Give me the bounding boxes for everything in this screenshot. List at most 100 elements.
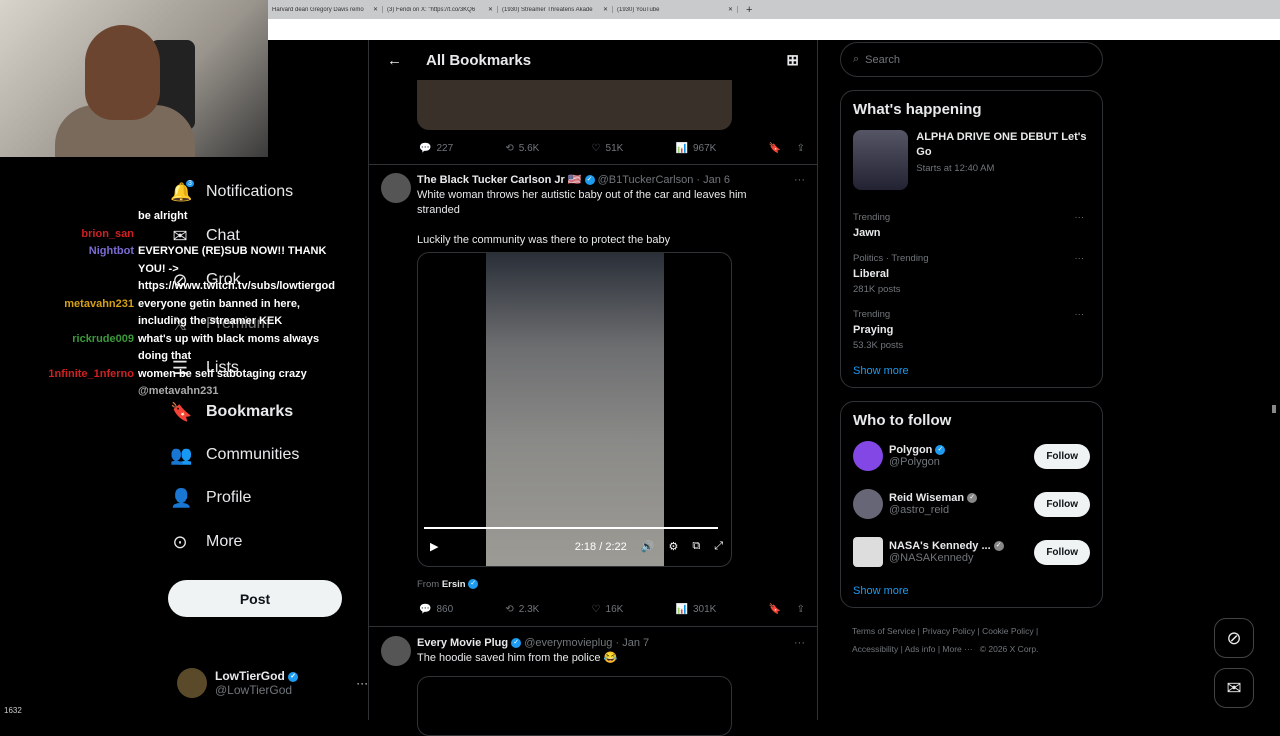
repost-button[interactable]: ⟲ 5.6K xyxy=(505,143,539,154)
chat-message: @metavahn231 xyxy=(138,385,219,397)
browser-tab[interactable]: (1930) YouTube ✕ xyxy=(613,6,738,13)
like-button[interactable]: ♡ 16K xyxy=(592,604,624,615)
bookmark-icon[interactable]: 🔖 xyxy=(769,604,781,615)
close-tab-icon[interactable]: ✕ xyxy=(488,6,493,13)
browser-tab[interactable]: (1930) Streamer Threatens Akade ✕ xyxy=(498,6,613,13)
nav-communities[interactable]: 👥 Communities xyxy=(170,440,299,470)
pip-icon[interactable]: ⧉ xyxy=(692,540,700,553)
video-player[interactable]: ▶ 2:18 / 2:22 🔊 ⚙ ⧉ ⤢ xyxy=(417,252,732,567)
event-image xyxy=(853,130,909,190)
scrollbar[interactable] xyxy=(1272,405,1276,413)
avatar xyxy=(381,636,411,666)
people-icon: 👥 xyxy=(170,444,193,465)
verified-icon: ✓ xyxy=(511,638,522,649)
close-tab-icon[interactable]: ✕ xyxy=(728,6,733,13)
footer-links: Terms of Service | Privacy Policy | Cook… xyxy=(852,626,1039,654)
messages-button[interactable]: ✉ xyxy=(1214,668,1254,708)
bookmark-icon: 🔖 xyxy=(170,401,193,422)
person-icon: 👤 xyxy=(170,487,193,508)
avatar xyxy=(853,537,883,567)
show-more-link[interactable]: Show more xyxy=(853,365,1090,377)
trend-item[interactable]: Politics · Trending Liberal 281K posts ··· xyxy=(853,253,1090,295)
bookmarks-timeline: ← All Bookmarks ⊞ 💬 227 ⟲ 5.6K ♡ 51K 📊 967K 🔖 … xyxy=(368,40,819,736)
media-image[interactable] xyxy=(417,80,732,130)
video-frame xyxy=(486,253,664,566)
avatar xyxy=(853,489,883,519)
address-bar[interactable] xyxy=(268,19,1280,40)
follow-button[interactable]: Follow xyxy=(1034,443,1090,469)
trend-item[interactable]: Trending Jawn ··· xyxy=(853,212,1090,239)
who-to-follow-panel: Who to follow Polygon ✓ @Polygon Follow Re… xyxy=(840,401,1103,608)
stream-chat-overlay: be alright brion_san Nightbot EVERYONE (R… xyxy=(0,208,360,401)
search-icon: ⌕ xyxy=(853,53,860,65)
repost-button[interactable]: ⟲ 2.3K xyxy=(505,604,539,615)
tweet[interactable]: Every Movie Plug ✓ @everymovieplug · Jan… xyxy=(369,636,819,736)
grok-icon: ⊘ xyxy=(1226,627,1242,648)
chat-message: rickrude009 what's up with black moms alw… xyxy=(72,332,320,363)
more-icon[interactable]: ··· xyxy=(794,636,805,651)
bookmark-folder-icon[interactable]: ⊞ xyxy=(786,51,799,69)
bookmark-icon[interactable]: 🔖 xyxy=(769,143,781,154)
avatar xyxy=(853,441,883,471)
trend-item[interactable]: Trending Praying 53.3K posts ··· xyxy=(853,309,1090,351)
share-icon[interactable]: ⇪ xyxy=(797,604,805,615)
avatar xyxy=(177,668,207,698)
event-item[interactable]: ALPHA DRIVE ONE DEBUT Let's Go Starts at … xyxy=(853,130,1090,190)
nav-more[interactable]: ⊙ More xyxy=(170,527,242,557)
chat-message: metavahn231 everyone getin banned in here… xyxy=(64,297,300,328)
show-more-link[interactable]: Show more xyxy=(853,585,1090,597)
reply-button[interactable]: 💬 860 xyxy=(419,604,453,615)
more-icon[interactable]: ··· xyxy=(1075,253,1085,264)
follow-button[interactable]: Follow xyxy=(1034,539,1090,565)
back-arrow-icon[interactable]: ← xyxy=(387,52,402,69)
views-button[interactable]: 📊 301K xyxy=(676,604,717,615)
more-icon[interactable]: ··· xyxy=(794,173,805,188)
tweet-actions: 💬 227 ⟲ 5.6K ♡ 51K 📊 967K 🔖 ⇪ xyxy=(369,140,819,156)
right-sidebar: ⌕ Search What's happening ALPHA DRIVE ONE… xyxy=(840,40,1103,672)
more-icon[interactable]: ··· xyxy=(1075,212,1085,223)
nav-bookmarks[interactable]: 🔖 Bookmarks xyxy=(170,397,293,427)
avatar xyxy=(381,173,411,203)
chat-message: be alright xyxy=(138,210,188,222)
fullscreen-icon[interactable]: ⤢ xyxy=(714,540,723,553)
follow-suggestion[interactable]: Polygon ✓ @Polygon Follow xyxy=(853,441,1090,471)
browser-tab-bar: Harvard dean Gregory Davis remo ✕ (3) Fen… xyxy=(268,0,1280,19)
share-icon[interactable]: ⇪ xyxy=(797,143,805,154)
follow-button[interactable]: Follow xyxy=(1034,491,1090,517)
tweet-actions: 💬 860 ⟲ 2.3K ♡ 16K 📊 301K 🔖 ⇪ xyxy=(369,601,819,617)
more-icon[interactable]: ··· xyxy=(356,676,368,690)
views-button[interactable]: 📊 967K xyxy=(676,143,717,154)
source-link[interactable]: Ersin xyxy=(442,579,466,590)
close-tab-icon[interactable]: ✕ xyxy=(603,6,608,13)
media-image[interactable] xyxy=(417,676,732,736)
account-switcher[interactable]: LowTierGod ✓ @LowTierGod ··· xyxy=(177,668,368,698)
grok-button[interactable]: ⊘ xyxy=(1214,618,1254,658)
more-icon[interactable]: ··· xyxy=(1075,309,1085,320)
chat-message: brion_san xyxy=(81,227,134,240)
volume-icon[interactable]: 🔊 xyxy=(641,540,655,553)
more-circle-icon: ⊙ xyxy=(172,531,188,552)
verified-icon: ✓ xyxy=(584,175,595,186)
webcam-overlay xyxy=(0,0,268,157)
browser-tab[interactable]: (3) Fendi on X: "https://t.co/3KQ6 ✕ xyxy=(383,6,498,13)
settings-icon[interactable]: ⚙ xyxy=(668,540,678,553)
like-button[interactable]: ♡ 51K xyxy=(592,143,624,154)
browser-tab[interactable]: Harvard dean Gregory Davis remo ✕ xyxy=(268,6,383,13)
chat-message: Nightbot EVERYONE (RE)SUB NOW!! THANK YOU… xyxy=(88,245,335,292)
play-icon[interactable]: ▶ xyxy=(430,540,438,553)
nav-profile[interactable]: 👤 Profile xyxy=(170,483,251,513)
follow-suggestion[interactable]: NASA's Kennedy ... ✓ @NASAKennedy Follow xyxy=(853,537,1090,567)
close-tab-icon[interactable]: ✕ xyxy=(373,6,378,13)
reply-button[interactable]: 💬 227 xyxy=(419,143,453,154)
post-button[interactable]: Post xyxy=(168,580,342,617)
tweet[interactable]: The Black Tucker Carlson Jr 🇺🇸 ✓ @B1Tuck… xyxy=(369,173,819,623)
page-title: All Bookmarks xyxy=(426,51,532,69)
verified-icon: ✓ xyxy=(468,579,479,590)
new-tab-icon[interactable]: + xyxy=(746,4,752,16)
notification-badge: 3 xyxy=(186,180,194,187)
follow-suggestion[interactable]: Reid Wiseman ✓ @astro_reid Follow xyxy=(853,489,1090,519)
search-input[interactable]: ⌕ Search xyxy=(840,42,1103,77)
video-progress-bar[interactable] xyxy=(424,527,718,529)
whats-happening-panel: What's happening ALPHA DRIVE ONE DEBUT L… xyxy=(840,90,1103,388)
chat-message: 1nfinite_1nferno women be self sabotaging… xyxy=(48,367,307,380)
